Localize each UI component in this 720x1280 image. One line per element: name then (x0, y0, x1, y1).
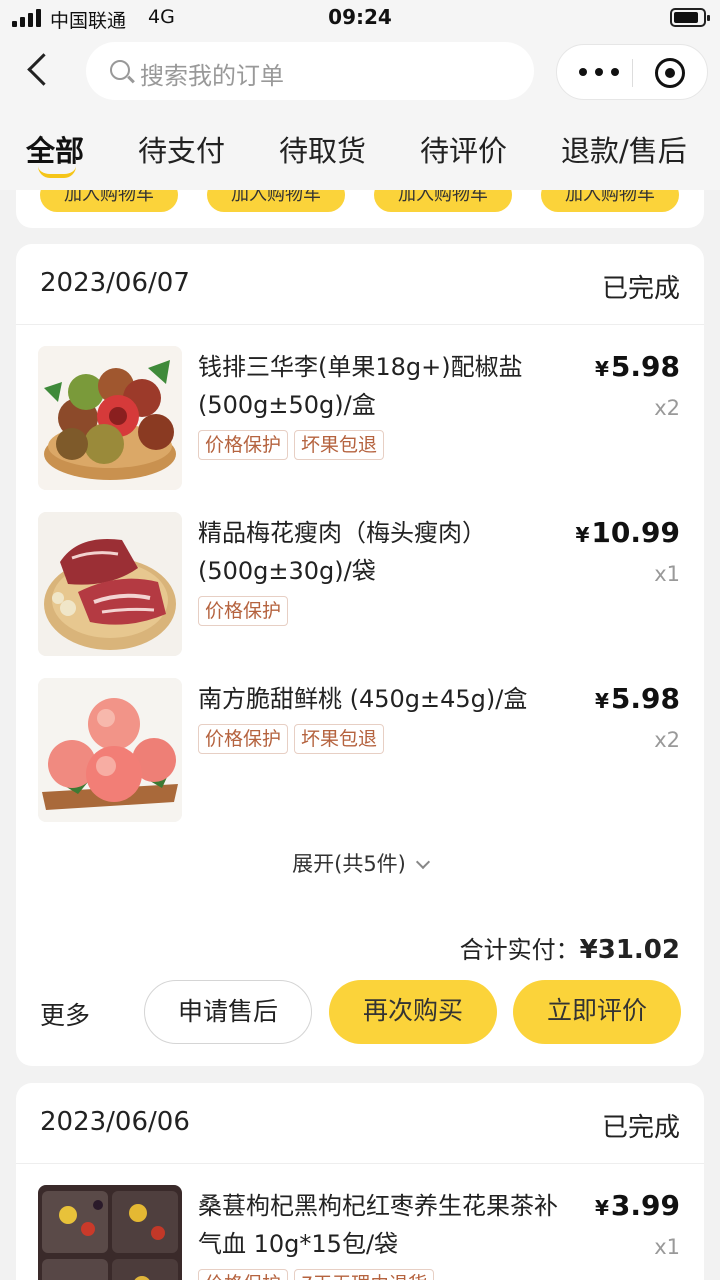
tab-pending-pickup[interactable]: 待取货 (279, 128, 366, 170)
divider (16, 324, 704, 325)
back-icon[interactable] (20, 46, 60, 90)
tea-image (38, 1185, 182, 1280)
previous-order-card: 加入购物车 加入购物车 加入购物车 加入购物车 (16, 190, 704, 228)
order-date: 2023/06/06 (40, 1107, 190, 1137)
battery-icon (670, 8, 710, 27)
add-to-cart-button[interactable]: 加入购物车 (40, 190, 178, 212)
capsule-divider (632, 59, 633, 87)
order-actions: 更多 申请售后 再次购买 立即评价 (16, 980, 704, 1044)
order-item[interactable]: 桑葚枸杞黑枸杞红枣养生花果茶补气血 10g*15包/袋 价格保护 7天无理由退货… (16, 1185, 704, 1280)
item-price: ¥5.98 (594, 350, 680, 383)
status-bar: 中国联通 4G 09:24 (0, 0, 720, 36)
tab-pending-review[interactable]: 待评价 (420, 128, 507, 170)
expand-items-button[interactable]: 展开(共5件) (16, 848, 704, 878)
search-icon (110, 60, 130, 80)
item-name: 南方脆甜鲜桃 (450g±45g)/盒 (198, 685, 528, 713)
search-placeholder: 搜索我的订单 (140, 62, 284, 90)
expand-label: 展开(共5件) (292, 852, 406, 876)
item-qty: x2 (654, 396, 680, 420)
tab-active-indicator (38, 166, 76, 178)
item-qty: x1 (654, 1235, 680, 1259)
tag-price-protect: 价格保护 (198, 430, 289, 460)
nav-bar: 搜索我的订单 (0, 36, 720, 110)
order-item[interactable]: 钱排三华李(单果18g+)配椒盐(500g±50g)/盒 价格保护 坏果包退 ¥… (16, 346, 704, 492)
rebuy-button[interactable]: 再次购买 (329, 980, 497, 1044)
order-item[interactable]: 精品梅花瘦肉（梅头瘦肉）(500g±30g)/袋 价格保护 ¥10.99 x1 (16, 512, 704, 658)
item-qty: x1 (654, 562, 680, 586)
item-price: ¥3.99 (594, 1189, 680, 1222)
item-name: 桑葚枸杞黑枸杞红枣养生花果茶补气血 10g*15包/袋 (198, 1192, 558, 1258)
tab-pending-payment[interactable]: 待支付 (138, 128, 225, 170)
miniprogram-capsule (556, 44, 708, 100)
close-miniprogram-icon[interactable] (655, 58, 685, 88)
order-card[interactable]: 2023/06/07 已完成 钱排三华李(单果18g+)配椒盐(500g±50g… (16, 244, 704, 1066)
tag-7day-return: 7天无理由退货 (294, 1269, 435, 1280)
tab-all[interactable]: 全部 (26, 128, 84, 170)
chevron-down-icon (415, 854, 430, 870)
add-to-cart-button[interactable]: 加入购物车 (374, 190, 512, 212)
item-price: ¥5.98 (594, 682, 680, 715)
order-status: 已完成 (601, 1113, 680, 1143)
add-to-cart-button[interactable]: 加入购物车 (207, 190, 345, 212)
item-name: 精品梅花瘦肉（梅头瘦肉）(500g±30g)/袋 (198, 519, 486, 585)
plum-image (38, 346, 182, 490)
order-item[interactable]: 南方脆甜鲜桃 (450g±45g)/盒 价格保护 坏果包退 ¥5.98 x2 (16, 678, 704, 824)
review-button[interactable]: 立即评价 (513, 980, 681, 1044)
peach-image (38, 678, 182, 822)
order-status: 已完成 (601, 274, 680, 304)
order-tabs: 全部 待支付 待取货 待评价 退款/售后 (0, 110, 720, 190)
tag-bad-fruit-refund: 坏果包退 (294, 724, 385, 754)
tag-bad-fruit-refund: 坏果包退 (294, 430, 385, 460)
item-tags: 价格保护 坏果包退 (198, 724, 385, 754)
more-icon[interactable] (579, 60, 619, 84)
item-name: 钱排三华李(单果18g+)配椒盐(500g±50g)/盒 (198, 353, 523, 419)
search-input[interactable]: 搜索我的订单 (86, 42, 534, 100)
pork-image (38, 512, 182, 656)
item-price: ¥10.99 (575, 516, 681, 549)
tab-refund[interactable]: 退款/售后 (561, 128, 687, 170)
tag-price-protect: 价格保护 (198, 1269, 289, 1280)
item-tags: 价格保护 (198, 596, 289, 626)
divider (16, 1163, 704, 1164)
item-tags: 价格保护 7天无理由退货 (198, 1269, 435, 1280)
tag-price-protect: 价格保护 (198, 596, 289, 626)
order-card[interactable]: 2023/06/06 已完成 桑葚枸杞黑枸杞红枣养生花果茶补气血 10g*15包… (16, 1083, 704, 1280)
more-button[interactable]: 更多 (40, 996, 90, 1032)
order-date: 2023/06/07 (40, 268, 190, 298)
add-to-cart-button[interactable]: 加入购物车 (541, 190, 679, 212)
item-tags: 价格保护 坏果包退 (198, 430, 385, 460)
tag-price-protect: 价格保护 (198, 724, 289, 754)
item-qty: x2 (654, 728, 680, 752)
clock: 09:24 (328, 5, 392, 29)
order-total: 合计实付：¥31.02 (459, 935, 680, 965)
after-sale-button[interactable]: 申请售后 (144, 980, 312, 1044)
